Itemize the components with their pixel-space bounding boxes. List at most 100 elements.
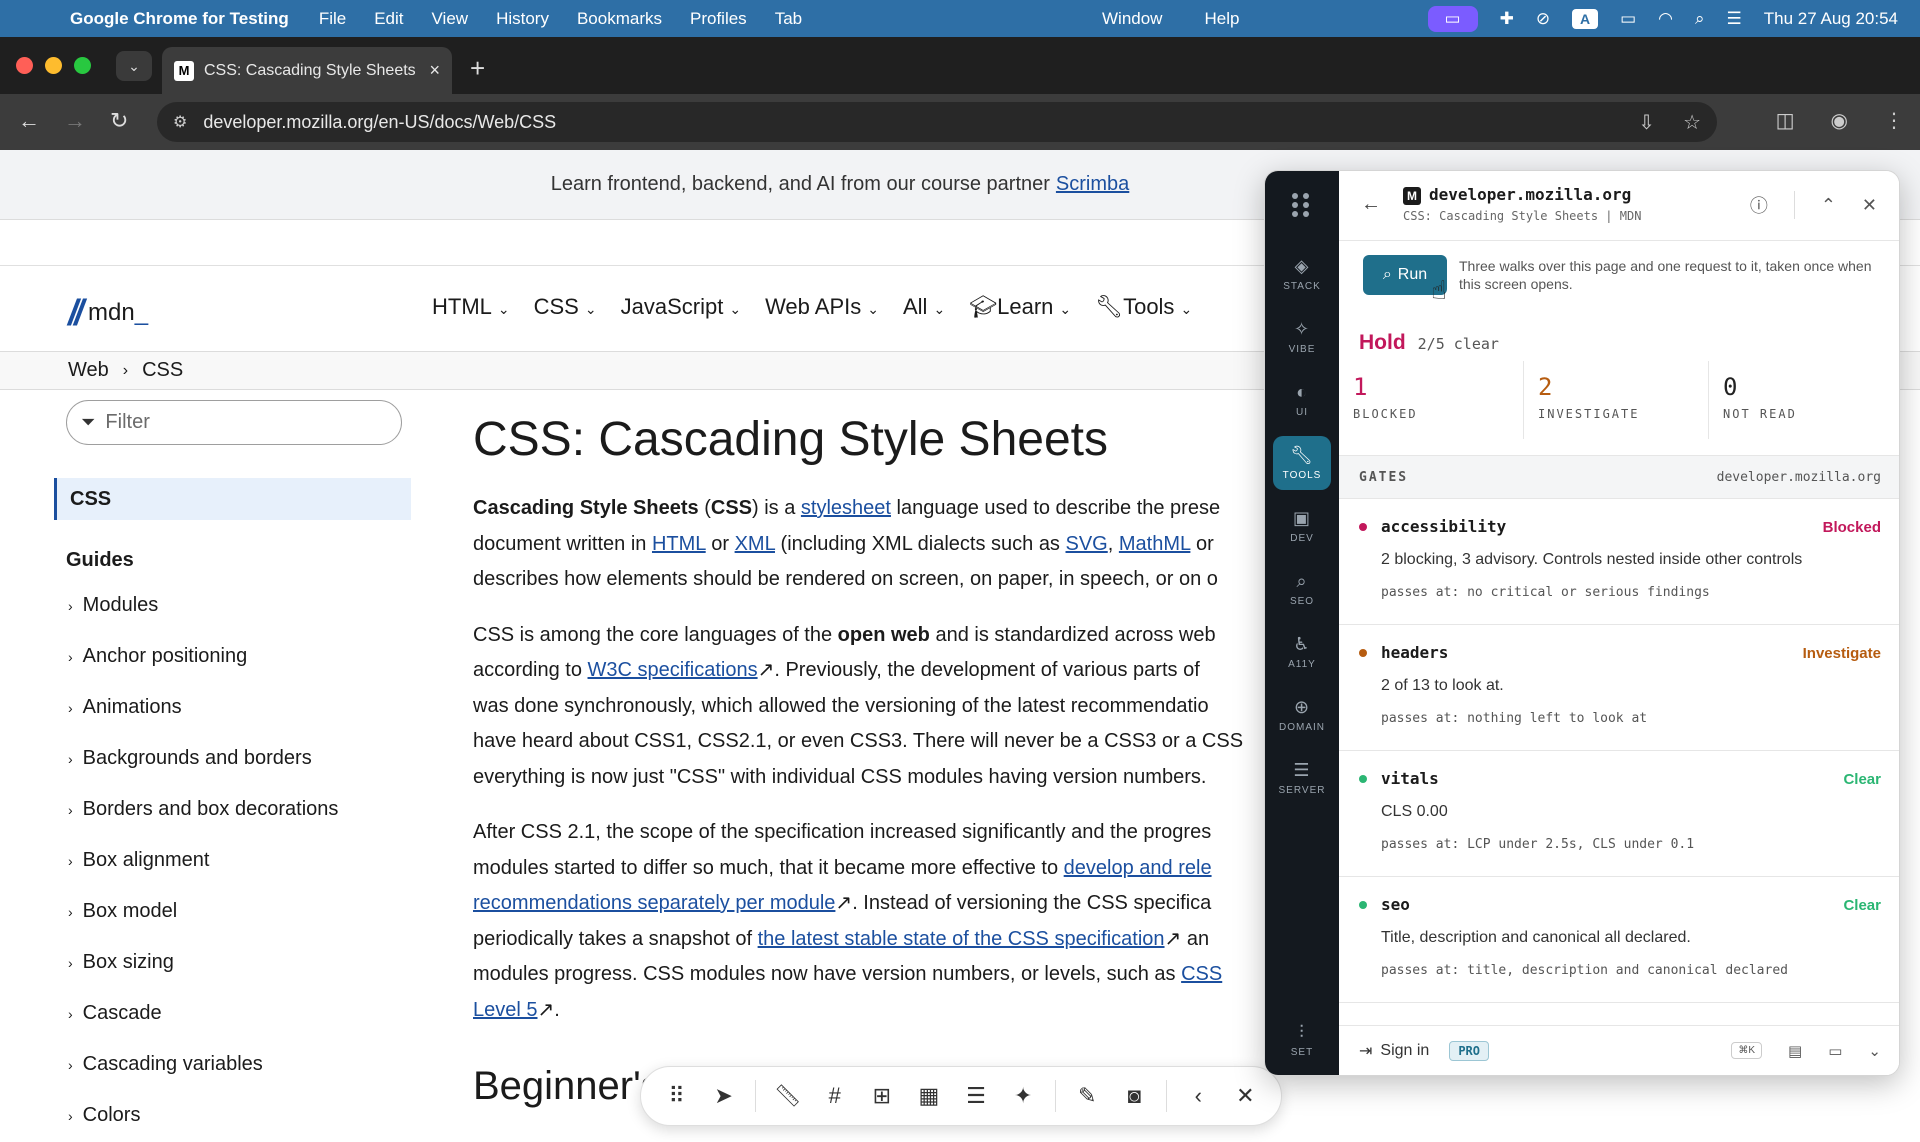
window-minimize-button[interactable] bbox=[45, 57, 62, 74]
menu-window[interactable]: Window bbox=[1102, 9, 1162, 29]
ruler-icon[interactable]: 📏︎ bbox=[766, 1076, 809, 1116]
eyedropper-icon[interactable]: ✎ bbox=[1066, 1076, 1109, 1116]
menu-file[interactable]: File bbox=[319, 9, 346, 29]
input-source-badge[interactable]: A bbox=[1572, 8, 1599, 29]
drag-handle-icon[interactable]: ⠿ bbox=[655, 1076, 698, 1116]
sidebar-item[interactable]: › Modules bbox=[54, 580, 414, 631]
window-close-button[interactable] bbox=[16, 57, 33, 74]
list-icon[interactable]: ☰ bbox=[955, 1076, 998, 1116]
menu-profiles[interactable]: Profiles bbox=[690, 9, 747, 29]
bookmark-star-icon[interactable]: ☆ bbox=[1683, 110, 1701, 135]
nav-html[interactable]: HTML ⌄ bbox=[432, 294, 510, 320]
menu-edit[interactable]: Edit bbox=[374, 9, 403, 29]
breadcrumb-css[interactable]: CSS bbox=[142, 359, 183, 382]
gate-row-accessibility[interactable]: accessibility Blocked 2 blocking, 3 advi… bbox=[1339, 499, 1899, 625]
link-develop-and-release[interactable]: develop and rele bbox=[1064, 857, 1212, 879]
back-arrow-icon[interactable]: ← bbox=[18, 108, 40, 134]
rail-item-tools[interactable]: 🔧︎ TOOLS bbox=[1273, 436, 1331, 490]
sidebar-item[interactable]: › Colors bbox=[54, 1090, 414, 1141]
back-arrow-icon[interactable]: ← bbox=[1361, 193, 1381, 216]
menu-view[interactable]: View bbox=[432, 9, 469, 29]
command-palette-shortcut[interactable]: ⌘K bbox=[1731, 1042, 1763, 1059]
banner-link-scrimba[interactable]: Scrimba bbox=[1056, 173, 1129, 196]
sidebar-filter-input[interactable]: ⏷ Filter bbox=[66, 400, 402, 445]
rail-item-server[interactable]: ☰ SERVER bbox=[1273, 751, 1331, 805]
breadcrumb-web[interactable]: Web bbox=[68, 359, 109, 382]
install-app-icon[interactable]: ⇩ bbox=[1638, 110, 1655, 135]
nav-all[interactable]: All ⌄ bbox=[903, 294, 945, 320]
spotlight-search-icon[interactable]: ⌕ bbox=[1695, 9, 1705, 29]
link-latest-stable-state[interactable]: the latest stable state of the CSS speci… bbox=[758, 928, 1165, 950]
reload-icon[interactable]: ↻ bbox=[110, 108, 128, 134]
battery-icon[interactable]: ▭ bbox=[1620, 9, 1636, 29]
screen-record-icon[interactable]: ▭ bbox=[1427, 5, 1478, 32]
site-info-icon[interactable]: ⚙ bbox=[173, 112, 187, 132]
sidebar-item[interactable]: › Cascade bbox=[54, 988, 414, 1039]
nav-web-apis[interactable]: Web APIs ⌄ bbox=[765, 294, 879, 320]
nav-javascript[interactable]: JavaScript ⌄ bbox=[621, 294, 741, 320]
browser-tab-active[interactable]: M CSS: Cascading Style Sheets × bbox=[162, 47, 452, 94]
nav-css[interactable]: CSS ⌄ bbox=[534, 294, 597, 320]
link-mathml[interactable]: MathML bbox=[1119, 533, 1191, 555]
camera-icon[interactable]: ◙ bbox=[1113, 1076, 1156, 1116]
gate-row-vitals[interactable]: vitals Clear CLS 0.00 passes at: LCP und… bbox=[1339, 751, 1899, 877]
nav-tools[interactable]: 🔧︎Tools ⌄ bbox=[1095, 294, 1192, 320]
notes-icon[interactable]: ▤ bbox=[1788, 1042, 1802, 1060]
app-name-menu[interactable]: Google Chrome for Testing bbox=[70, 9, 289, 29]
rail-item-ui[interactable]: ◐ UI bbox=[1273, 373, 1331, 427]
sidebar-item[interactable]: › Cascading variables bbox=[54, 1039, 414, 1090]
link-stylesheet[interactable]: stylesheet bbox=[801, 497, 891, 519]
close-icon[interactable]: ✕ bbox=[1224, 1076, 1267, 1116]
menu-bookmarks[interactable]: Bookmarks bbox=[577, 9, 662, 29]
sidebar-item[interactable]: › Anchor positioning bbox=[54, 631, 414, 682]
grid-frame-icon[interactable]: # bbox=[813, 1076, 856, 1116]
sidebar-item[interactable]: › Backgrounds and borders bbox=[54, 733, 414, 784]
medical-cross-icon[interactable]: ✚ bbox=[1500, 9, 1514, 29]
wifi-icon[interactable]: ◠ bbox=[1658, 9, 1673, 29]
link-css-level[interactable]: CSS bbox=[1181, 963, 1222, 985]
link-html[interactable]: HTML bbox=[652, 533, 706, 555]
address-bar[interactable]: ⚙ developer.mozilla.org/en-US/docs/Web/C… bbox=[157, 102, 1717, 142]
chevron-up-icon[interactable]: ⌃ bbox=[1821, 195, 1836, 216]
sidebar-current-css[interactable]: CSS bbox=[54, 478, 411, 520]
window-zoom-button[interactable] bbox=[74, 57, 91, 74]
menu-tab[interactable]: Tab bbox=[775, 9, 802, 29]
rail-item-vibe[interactable]: ✧ VIBE bbox=[1273, 310, 1331, 364]
sidebar-item[interactable]: › Box alignment bbox=[54, 835, 414, 886]
chrome-menu-icon[interactable]: ⋮ bbox=[1884, 108, 1904, 133]
link-svg[interactable]: SVG bbox=[1066, 533, 1108, 555]
sparkle-icon[interactable]: ✦ bbox=[1002, 1076, 1045, 1116]
chevron-down-icon[interactable]: ⌄ bbox=[1868, 1042, 1881, 1060]
new-tab-icon[interactable]: + bbox=[470, 53, 485, 84]
link-recommendations-per-module[interactable]: recommendations separately per module bbox=[473, 892, 835, 914]
rail-item-dev[interactable]: ▣ DEV bbox=[1273, 499, 1331, 553]
menu-history[interactable]: History bbox=[496, 9, 549, 29]
tab-close-icon[interactable]: × bbox=[429, 60, 440, 81]
link-xml[interactable]: XML bbox=[735, 533, 775, 555]
rail-item-seo[interactable]: ⌕ SEO bbox=[1273, 562, 1331, 616]
gate-row-seo[interactable]: seo Clear Title, description and canonic… bbox=[1339, 877, 1899, 1003]
info-icon[interactable]: ⓘ bbox=[1750, 192, 1768, 218]
screen-share-icon[interactable]: ▭ bbox=[1828, 1042, 1842, 1060]
layout-icon[interactable]: ⊞ bbox=[860, 1076, 903, 1116]
rail-item-settings[interactable]: ⫶ SET bbox=[1273, 1013, 1331, 1067]
rail-item-domain[interactable]: ⊕ DOMAIN bbox=[1273, 688, 1331, 742]
chevron-left-icon[interactable]: ‹ bbox=[1177, 1076, 1220, 1116]
rail-item-stack[interactable]: ◈ STACK bbox=[1273, 247, 1331, 301]
circle-slash-icon[interactable]: ⊘ bbox=[1536, 9, 1550, 29]
address-bar-url[interactable]: developer.mozilla.org/en-US/docs/Web/CSS bbox=[203, 112, 556, 133]
sign-in-button[interactable]: ⇥ Sign in bbox=[1359, 1041, 1429, 1061]
nav-learn[interactable]: 🎓︎Learn ⌄ bbox=[969, 294, 1071, 320]
control-center-icon[interactable]: ☰ bbox=[1727, 9, 1742, 29]
close-icon[interactable]: ✕ bbox=[1862, 195, 1877, 216]
forward-arrow-icon[interactable]: → bbox=[64, 108, 86, 134]
pro-badge[interactable]: PRO bbox=[1449, 1040, 1490, 1061]
rail-item-a11y[interactable]: ♿︎ A11Y bbox=[1273, 625, 1331, 679]
profile-avatar-icon[interactable]: ◉ bbox=[1831, 108, 1848, 133]
link-level-5[interactable]: Level 5 bbox=[473, 999, 538, 1021]
extensions-puzzle-icon[interactable]: ◫ bbox=[1776, 108, 1795, 133]
table-icon[interactable]: ▦ bbox=[907, 1076, 950, 1116]
sidebar-item[interactable]: › Box model bbox=[54, 886, 414, 937]
sidebar-item[interactable]: › Animations bbox=[54, 682, 414, 733]
sidebar-item[interactable]: › Borders and box decorations bbox=[54, 784, 414, 835]
